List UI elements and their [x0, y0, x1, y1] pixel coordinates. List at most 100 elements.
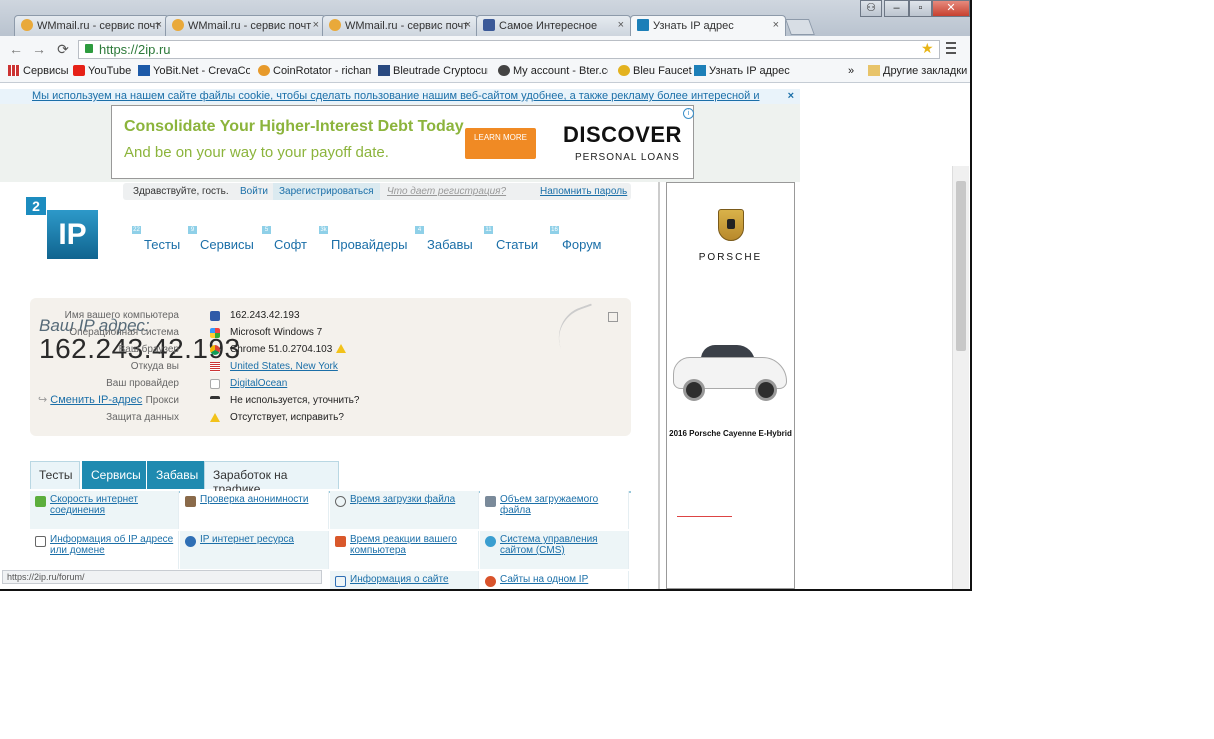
bookmark-bleufaucet[interactable]: Bleu Faucet: [618, 65, 692, 77]
register-link[interactable]: Зарегистрироваться: [273, 183, 380, 200]
sites-ip-icon: [485, 576, 496, 587]
reload-icon[interactable]: ⟳: [55, 41, 71, 57]
nav-fun[interactable]: 4 Забавы: [415, 226, 473, 252]
nav-count: 3k: [319, 226, 328, 234]
bookmark-yobit[interactable]: YoBit.Net - CrevaCoin: [138, 65, 250, 77]
wmmail-icon: [172, 19, 184, 31]
back-icon[interactable]: ←: [8, 41, 24, 57]
tab-2ip-active[interactable]: Узнать IP адрес ×: [630, 15, 786, 37]
windows-icon: [210, 328, 220, 338]
info-row-proxy: Прокси Не используется, уточнить?: [145, 395, 360, 406]
change-ip-icon: ↪: [38, 394, 48, 406]
apps-icon: [8, 65, 20, 76]
column-divider: [658, 182, 660, 589]
info-row-protection: Защита данных Отсутствует, исправить?: [106, 412, 344, 423]
bleufaucet-icon: [618, 65, 630, 76]
service-resource-ip[interactable]: IP интернет ресурса: [180, 531, 329, 569]
porsche-crest-icon: [718, 209, 744, 241]
user-icon[interactable]: ⚇: [860, 0, 882, 17]
nav-forum[interactable]: 16 Форум: [550, 226, 602, 252]
bookmark-apps[interactable]: Сервисы: [8, 65, 69, 77]
ad-divider: [677, 516, 732, 517]
copy-icon[interactable]: [608, 312, 618, 322]
share-arrow-icon: [549, 303, 603, 349]
ad-info-icon[interactable]: i: [683, 108, 694, 119]
2ip-icon: [637, 19, 649, 31]
logo-ip[interactable]: IP: [47, 210, 98, 259]
address-bar[interactable]: https://2ip.ru: [78, 40, 940, 59]
service-anonymity[interactable]: Проверка анонимности: [180, 491, 329, 529]
forward-icon[interactable]: →: [31, 41, 47, 57]
tab-wmmail-1[interactable]: WMmail.ru - сервис почт ×: [14, 15, 169, 36]
service-tabs: Тесты Сервисы Забавы Заработок на трафик…: [30, 461, 631, 496]
bookmark-star-icon[interactable]: ★: [921, 40, 934, 57]
why-register-link[interactable]: Что дает регистрация?: [387, 186, 506, 197]
login-link[interactable]: Войти: [240, 186, 268, 197]
speed-icon: [35, 496, 46, 507]
yobit-icon: [138, 65, 150, 76]
facebook-icon: [483, 19, 495, 31]
bookmark-bter[interactable]: My account - Bter.com: [498, 65, 608, 77]
ad-learn-more-button[interactable]: LEARN MORE: [465, 128, 536, 159]
porsche-side-ad[interactable]: PORSCHE 2016 Porsche Cayenne E-Hybrid: [666, 182, 795, 589]
other-bookmarks[interactable]: Другие закладки: [868, 65, 967, 77]
nav-articles[interactable]: 11 Статьи: [484, 226, 538, 252]
ip-info-panel: Ваш IP адрес: 162.243.42.193 ↪ Сменить I…: [30, 298, 631, 436]
globe-icon: [185, 536, 196, 547]
tab-wmmail-2[interactable]: WMmail.ru - сервис почт ×: [165, 15, 326, 36]
service-site-info[interactable]: Информация о сайте: [330, 571, 479, 589]
tab-facebook[interactable]: Самое Интересное ×: [476, 15, 631, 36]
tab-close-icon[interactable]: ×: [156, 19, 162, 31]
maximize-button[interactable]: ▫: [909, 0, 932, 17]
cookie-close-icon[interactable]: ×: [788, 89, 794, 103]
tab-tests[interactable]: Тесты: [30, 461, 80, 489]
service-ip-info[interactable]: Информация об IP адресе или домене: [30, 531, 179, 569]
service-file-size[interactable]: Объем загружаемого файла: [480, 491, 629, 529]
service-speed[interactable]: Скорость интернет соединения: [30, 491, 179, 529]
page-scrollbar[interactable]: [952, 166, 969, 589]
nav-tests[interactable]: 22 Тесты: [132, 226, 180, 252]
tab-fun[interactable]: Забавы: [147, 461, 204, 489]
status-bar: https://2ip.ru/forum/: [2, 570, 322, 584]
nav-providers[interactable]: 3k Провайдеры: [319, 226, 407, 252]
tab-services[interactable]: Сервисы: [82, 461, 146, 489]
logo-2[interactable]: 2: [26, 197, 46, 215]
cookie-notice: Мы используем на нашем сайте файлы cooki…: [0, 89, 800, 116]
tab-close-icon[interactable]: ×: [465, 19, 471, 31]
service-sites-ip[interactable]: Сайты на одном IP: [480, 571, 629, 589]
close-window-button[interactable]: ✕: [932, 0, 970, 17]
provider-icon: [210, 379, 220, 389]
service-cms[interactable]: Система управления сайтом (CMS): [480, 531, 629, 569]
bookmark-2ip[interactable]: Узнать IP адрес: [694, 65, 790, 77]
browser-menu-icon[interactable]: [946, 42, 956, 57]
tab-close-icon[interactable]: ×: [773, 19, 779, 31]
remind-password-link[interactable]: Напомнить пароль: [540, 186, 627, 197]
info-row-hostname: Имя вашего компьютера 162.243.42.193: [64, 310, 300, 321]
scrollbar-thumb[interactable]: [956, 181, 966, 351]
tab-close-icon[interactable]: ×: [313, 19, 319, 31]
nav-count: 22: [132, 226, 141, 234]
file-size-icon: [485, 496, 496, 507]
service-download-time[interactable]: Время загрузки файла: [330, 491, 479, 529]
coinrotator-icon: [258, 65, 270, 76]
tab-close-icon[interactable]: ×: [618, 19, 624, 31]
bookmarks-bar: Сервисы YouTube YoBit.Net - CrevaCoin Co…: [0, 62, 970, 83]
bookmark-bleutrade[interactable]: Bleutrade Cryptocurre: [378, 65, 488, 77]
service-reaction[interactable]: Время реакции вашего компьютера: [330, 531, 479, 569]
tab-earnings[interactable]: Заработок на трафике: [204, 461, 339, 496]
nav-count: 11: [484, 226, 493, 234]
bookmark-coinrotator[interactable]: CoinRotator - richamy: [258, 65, 371, 77]
site-info-icon: [335, 576, 346, 587]
discover-ad-banner[interactable]: Consolidate Your Higher-Interest Debt To…: [111, 105, 694, 179]
car-image: [671, 341, 791, 407]
new-tab-button[interactable]: [785, 19, 815, 35]
porsche-logo-text: PORSCHE: [698, 252, 763, 263]
nav-soft[interactable]: 5 Софт: [262, 226, 307, 252]
info-row-os: Операционная система Microsoft Windows 7: [69, 327, 323, 338]
nav-services[interactable]: 9 Сервисы: [188, 226, 254, 252]
info-icon: [35, 536, 46, 547]
bookmark-youtube[interactable]: YouTube: [73, 65, 131, 77]
tab-wmmail-3[interactable]: WMmail.ru - сервис почт ×: [322, 15, 478, 36]
bookmarks-overflow[interactable]: »: [848, 65, 854, 77]
minimize-button[interactable]: –: [884, 0, 909, 17]
